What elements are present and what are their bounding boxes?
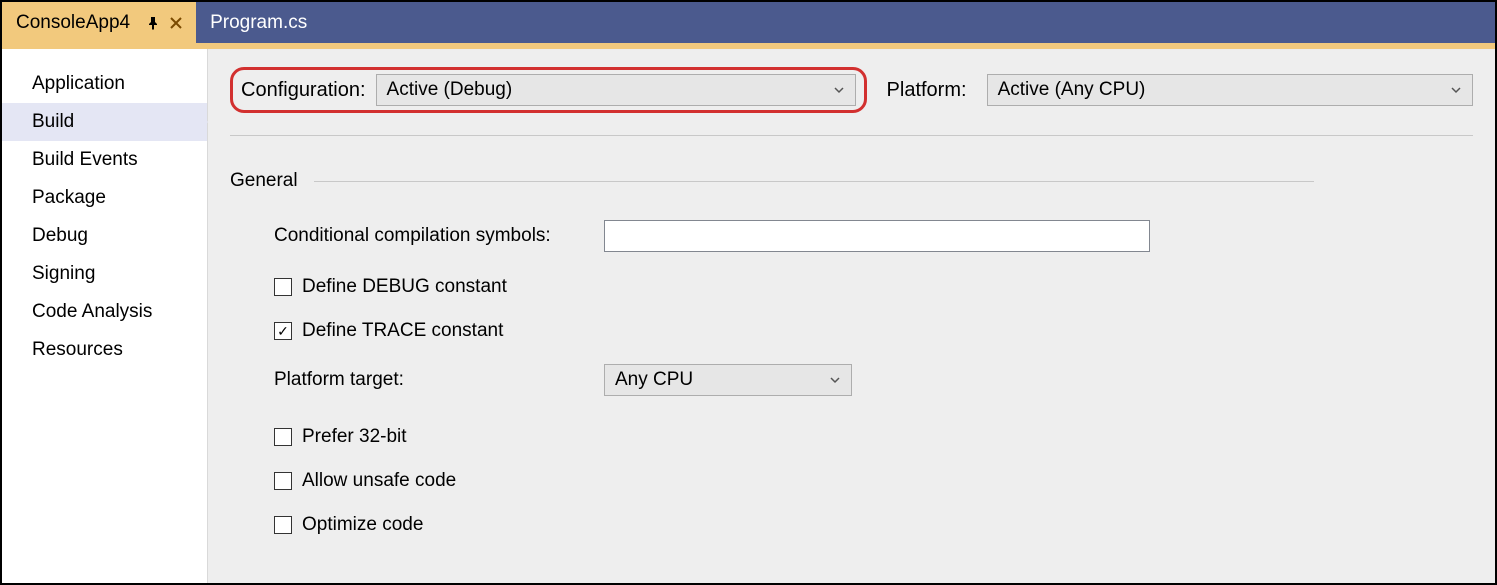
define-trace-checkbox[interactable]: Define TRACE constant bbox=[274, 320, 1473, 342]
configuration-group-highlight: Configuration: Active (Debug) bbox=[230, 67, 867, 113]
tab-label: ConsoleApp4 bbox=[16, 12, 130, 34]
main-area: Application Build Build Events Package D… bbox=[2, 49, 1495, 583]
checkbox-icon bbox=[274, 516, 292, 534]
platform-target-row: Platform target: Any CPU bbox=[274, 364, 1473, 396]
checkbox-label: Allow unsafe code bbox=[302, 470, 456, 492]
configuration-value: Active (Debug) bbox=[387, 79, 513, 101]
platform-label: Platform: bbox=[887, 79, 967, 102]
define-debug-checkbox[interactable]: Define DEBUG constant bbox=[274, 276, 1473, 298]
general-form: Conditional compilation symbols: Define … bbox=[230, 192, 1473, 536]
platform-dropdown[interactable]: Active (Any CPU) bbox=[987, 74, 1473, 106]
chevron-down-icon bbox=[829, 374, 841, 386]
sidebar-item-label: Build bbox=[32, 111, 74, 132]
checkbox-label: Optimize code bbox=[302, 514, 423, 536]
sidebar-item-build[interactable]: Build bbox=[2, 103, 207, 141]
sidebar-item-code-analysis[interactable]: Code Analysis bbox=[2, 293, 207, 331]
tab-program-cs[interactable]: Program.cs bbox=[196, 2, 321, 43]
symbols-label: Conditional compilation symbols: bbox=[274, 225, 604, 247]
checkbox-icon bbox=[274, 322, 292, 340]
sidebar-item-label: Debug bbox=[32, 225, 88, 246]
optimize-code-checkbox[interactable]: Optimize code bbox=[274, 514, 1473, 536]
symbols-row: Conditional compilation symbols: bbox=[274, 220, 1473, 252]
sidebar-item-application[interactable]: Application bbox=[2, 65, 207, 103]
tab-label: Program.cs bbox=[210, 12, 307, 34]
checkbox-icon bbox=[274, 428, 292, 446]
sidebar-item-resources[interactable]: Resources bbox=[2, 331, 207, 369]
sidebar-item-signing[interactable]: Signing bbox=[2, 255, 207, 293]
sidebar-item-package[interactable]: Package bbox=[2, 179, 207, 217]
checkbox-label: Define DEBUG constant bbox=[302, 276, 507, 298]
tab-consoleapp4[interactable]: ConsoleApp4 bbox=[2, 2, 196, 43]
checkbox-label: Prefer 32-bit bbox=[302, 426, 407, 448]
chevron-down-icon bbox=[833, 84, 845, 96]
sidebar-item-label: Build Events bbox=[32, 149, 138, 170]
sidebar-item-label: Resources bbox=[32, 339, 123, 360]
checkbox-icon bbox=[274, 472, 292, 490]
symbols-input[interactable] bbox=[604, 220, 1150, 252]
platform-target-label: Platform target: bbox=[274, 369, 604, 391]
app-window: ConsoleApp4 Program.cs Application Build… bbox=[0, 0, 1497, 585]
allow-unsafe-checkbox[interactable]: Allow unsafe code bbox=[274, 470, 1473, 492]
section-header-general: General bbox=[230, 170, 1473, 192]
sidebar-item-build-events[interactable]: Build Events bbox=[2, 141, 207, 179]
sidebar-item-label: Signing bbox=[32, 263, 95, 284]
content-panel: Configuration: Active (Debug) Platform: … bbox=[208, 49, 1495, 583]
close-icon[interactable] bbox=[170, 17, 182, 29]
configuration-label: Configuration: bbox=[241, 79, 366, 102]
configuration-dropdown[interactable]: Active (Debug) bbox=[376, 74, 856, 106]
platform-target-dropdown[interactable]: Any CPU bbox=[604, 364, 852, 396]
top-row: Configuration: Active (Debug) Platform: … bbox=[230, 67, 1473, 136]
platform-value: Active (Any CPU) bbox=[998, 79, 1146, 101]
divider bbox=[314, 181, 1314, 182]
checkbox-icon bbox=[274, 278, 292, 296]
prefer-32bit-checkbox[interactable]: Prefer 32-bit bbox=[274, 426, 1473, 448]
section-title: General bbox=[230, 170, 298, 192]
sidebar-item-label: Application bbox=[32, 73, 125, 94]
platform-target-value: Any CPU bbox=[615, 369, 693, 391]
tab-bar: ConsoleApp4 Program.cs bbox=[2, 2, 1495, 43]
sidebar-item-debug[interactable]: Debug bbox=[2, 217, 207, 255]
sidebar-item-label: Package bbox=[32, 187, 106, 208]
sidebar-item-label: Code Analysis bbox=[32, 301, 152, 322]
checkbox-label: Define TRACE constant bbox=[302, 320, 503, 342]
chevron-down-icon bbox=[1450, 84, 1462, 96]
pin-icon[interactable] bbox=[146, 16, 160, 30]
sidebar: Application Build Build Events Package D… bbox=[2, 49, 208, 583]
